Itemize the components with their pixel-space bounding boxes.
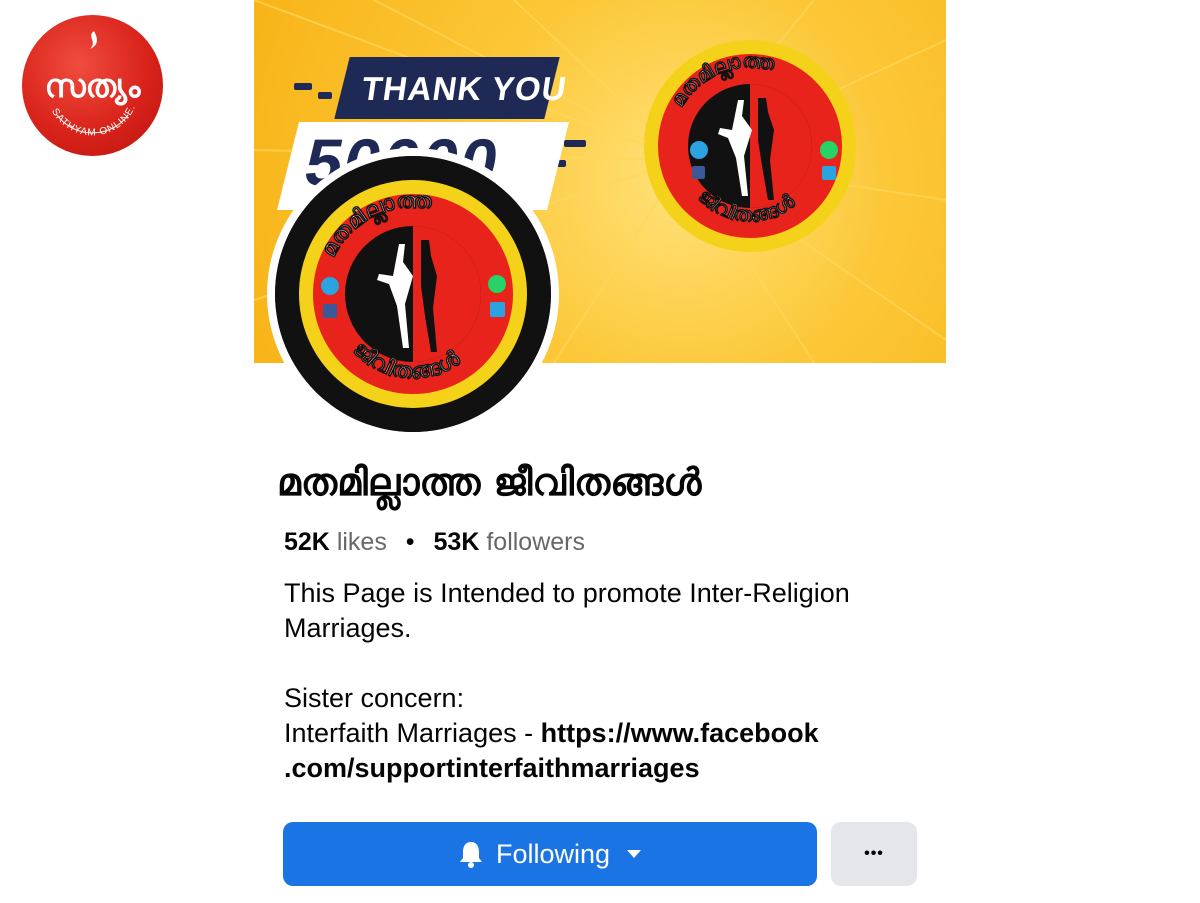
profile-picture[interactable]: മതമില്ലാത്ത ജീവിതങ്ങൾ — [275, 156, 551, 432]
following-label: Following — [495, 838, 611, 869]
cover-dash — [318, 92, 332, 99]
followers-count: 53K — [433, 528, 480, 556]
intro-sister-concern-name: Interfaith Marriages - — [284, 718, 541, 748]
page-intro: This Page is Intended to promote Inter-R… — [284, 576, 924, 786]
cover-dash — [294, 83, 312, 90]
profile-picture-frame[interactable]: മതമില്ലാത്ത ജീവിതങ്ങൾ — [267, 148, 559, 440]
intro-description: This Page is Intended to promote Inter-R… — [284, 578, 850, 643]
page-title: മതമില്ലാത്ത ജീവിതങ്ങൾ — [277, 460, 702, 504]
following-button[interactable]: Following — [283, 822, 817, 886]
intro-sister-concern: Interfaith Marriages - https://www.faceb… — [284, 716, 924, 786]
likes-count: 52K — [284, 528, 330, 556]
intro-sister-concern-label: Sister concern: — [284, 683, 465, 713]
cover-dash — [564, 140, 586, 147]
bell-icon — [459, 842, 482, 868]
stats-separator: • — [405, 528, 415, 556]
sathyam-watermark-logo: സത്യം SATHYAM ONLINE.COM — [22, 15, 163, 156]
cover-badge-logo: മതമില്ലാത്ത ജീവിതങ്ങൾ — [644, 40, 856, 252]
page-stats: 52K likes • 53K followers — [284, 528, 585, 557]
caret-down-icon — [627, 850, 642, 858]
more-icon: ••• — [864, 845, 884, 862]
thank-you-text: THANK YOU — [359, 70, 570, 107]
hi-icon — [822, 166, 836, 180]
telegram-icon — [690, 141, 708, 159]
whatsapp-icon — [820, 141, 838, 159]
facebook-icon — [692, 166, 705, 179]
watermark-site-text: SATHYAM ONLINE.COM — [22, 15, 138, 138]
likes-label: likes — [336, 528, 387, 556]
followers-label: followers — [486, 528, 585, 556]
svg-text:SATHYAM ONLINE.COM: SATHYAM ONLINE.COM — [22, 15, 138, 138]
more-options-button[interactable]: ••• — [831, 822, 917, 886]
